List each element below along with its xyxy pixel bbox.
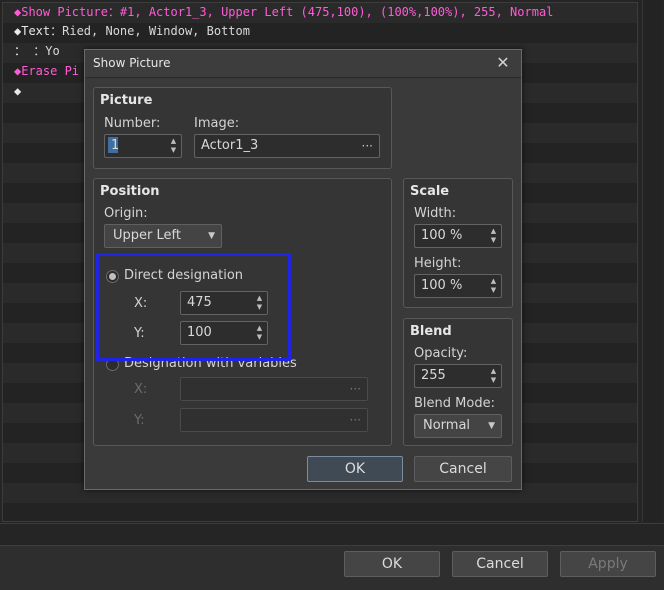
image-field[interactable]: Actor1_3 ··· — [194, 134, 380, 158]
apply-button[interactable]: Apply — [560, 551, 656, 577]
height-input[interactable]: 100 % ▲ ▼ — [414, 274, 502, 298]
number-spinner[interactable]: ▲ ▼ — [169, 137, 178, 155]
opacity-spinner[interactable]: ▲ ▼ — [489, 367, 498, 385]
event-line-text[interactable]: ◆Text：Ried, None, Window, Bottom — [14, 21, 250, 41]
scale-group-title: Scale — [410, 184, 450, 199]
event-line-erase-picture[interactable]: ◆Erase Pi — [14, 61, 79, 81]
var-y-field[interactable]: ··· — [180, 408, 368, 432]
dialog-ok-button[interactable]: OK — [307, 456, 403, 482]
var-y-label: Y: — [134, 413, 145, 428]
origin-label: Origin: — [104, 206, 148, 221]
close-icon[interactable]: ✕ — [493, 53, 513, 72]
var-x-field[interactable]: ··· — [180, 377, 368, 401]
number-input[interactable]: 1 ▲ ▼ — [104, 134, 182, 158]
var-x-label: X: — [134, 382, 148, 397]
height-label: Height: — [414, 256, 462, 271]
dialog-titlebar[interactable]: Show Picture ✕ — [85, 50, 521, 78]
event-line-text-content[interactable]: ： ：Yo — [14, 41, 60, 61]
origin-select[interactable]: Upper Left ▼ — [104, 224, 222, 248]
blend-mode-select[interactable]: Normal ▼ — [414, 414, 502, 438]
opacity-input[interactable]: 255 ▲ ▼ — [414, 364, 502, 388]
number-label: Number: — [104, 116, 161, 131]
bottom-button-bar: OK Cancel Apply — [0, 545, 664, 590]
chevron-down-icon: ▼ — [488, 421, 495, 431]
dialog-cancel-button[interactable]: Cancel — [414, 456, 512, 482]
picture-group-title: Picture — [100, 93, 153, 108]
direct-designation-highlight — [96, 253, 291, 361]
blend-group-title: Blend — [410, 324, 452, 339]
event-line-show-picture[interactable]: ◆Show Picture：#1, Actor1_3, Upper Left (… — [14, 2, 553, 22]
cancel-button[interactable]: Cancel — [452, 551, 548, 577]
width-spinner[interactable]: ▲ ▼ — [489, 227, 498, 245]
event-line-empty[interactable]: ◆ — [14, 81, 21, 101]
dialog-title: Show Picture — [93, 56, 171, 70]
opacity-label: Opacity: — [414, 346, 468, 361]
width-label: Width: — [414, 206, 457, 221]
browse-image-icon[interactable]: ··· — [362, 135, 373, 157]
browse-variable-x-icon[interactable]: ··· — [350, 378, 361, 400]
width-input[interactable]: 100 % ▲ ▼ — [414, 224, 502, 248]
height-spinner[interactable]: ▲ ▼ — [489, 277, 498, 295]
ok-button[interactable]: OK — [344, 551, 440, 577]
image-label: Image: — [194, 116, 240, 131]
event-list-scrollbar[interactable] — [642, 0, 662, 522]
blend-mode-label: Blend Mode: — [414, 396, 495, 411]
position-group-title: Position — [100, 184, 160, 199]
chevron-down-icon: ▼ — [208, 231, 215, 241]
browse-variable-y-icon[interactable]: ··· — [350, 409, 361, 431]
